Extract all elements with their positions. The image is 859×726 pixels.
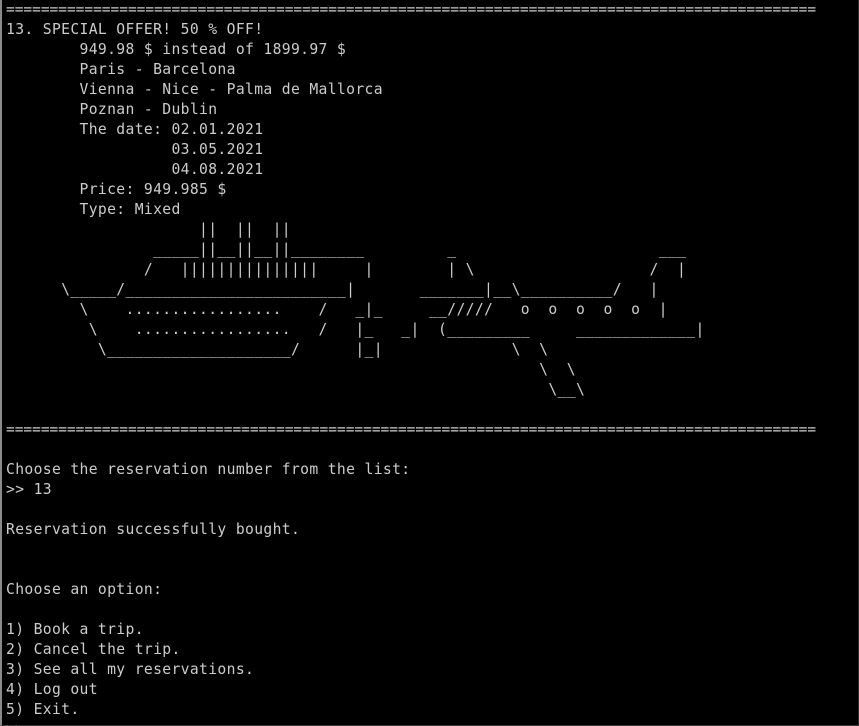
separator-bottom: ========================================… <box>6 421 817 438</box>
menu-item-log-out: 4) Log out <box>6 681 98 698</box>
offer-price-line: 949.98 $ instead of 1899.97 $ <box>6 41 347 58</box>
ascii-art-line: \ \ <box>6 361 576 378</box>
console-window: ========================================… <box>0 0 859 726</box>
menu-item-see-reservations: 3) See all my reservations. <box>6 661 255 678</box>
ascii-art-line: \__\ <box>6 381 586 398</box>
ascii-art-line: \_____/________________________| _______… <box>6 281 659 298</box>
ascii-art-line: || || || <box>6 221 291 238</box>
option-prompt: Choose an option: <box>6 581 163 598</box>
console-output[interactable]: ========================================… <box>6 0 856 726</box>
menu-item-cancel-trip: 2) Cancel the trip. <box>6 641 181 658</box>
offer-route: Vienna - Nice - Palma de Mallorca <box>6 81 383 98</box>
ascii-art-line: / ||||||||||||||| | | \ / | <box>6 261 687 278</box>
ascii-art-line: \ ................. / _|_ __///// o o o … <box>6 301 668 318</box>
offer-heading: 13. SPECIAL OFFER! 50 % OFF! <box>6 21 264 38</box>
offer-date: The date: 02.01.2021 <box>6 121 264 138</box>
offer-route: Paris - Barcelona <box>6 61 236 78</box>
input-echo: >> 13 <box>6 481 52 498</box>
command-prompt: >> <box>6 721 24 726</box>
menu-item-exit: 5) Exit. <box>6 701 80 718</box>
result-message: Reservation successfully bought. <box>6 521 301 538</box>
offer-date-extra: 03.05.2021 <box>6 141 264 158</box>
separator-top: ========================================… <box>6 1 817 18</box>
offer-type: Type: Mixed <box>6 201 181 218</box>
menu-item-book-trip: 1) Book a trip. <box>6 621 144 638</box>
ascii-art-line: \ ................. / |_ _| (_________ _… <box>6 321 705 338</box>
command-input-line[interactable]: >> <box>6 720 856 726</box>
offer-price-detail: Price: 949.985 $ <box>6 181 227 198</box>
offer-date-extra: 04.08.2021 <box>6 161 264 178</box>
ascii-art-line: _____||__||__||________ _ ___ <box>6 241 687 258</box>
ascii-art-line: \____________________/ |_| \ \ <box>6 341 549 358</box>
reservation-prompt: Choose the reservation number from the l… <box>6 461 411 478</box>
offer-route: Poznan - Dublin <box>6 101 218 118</box>
